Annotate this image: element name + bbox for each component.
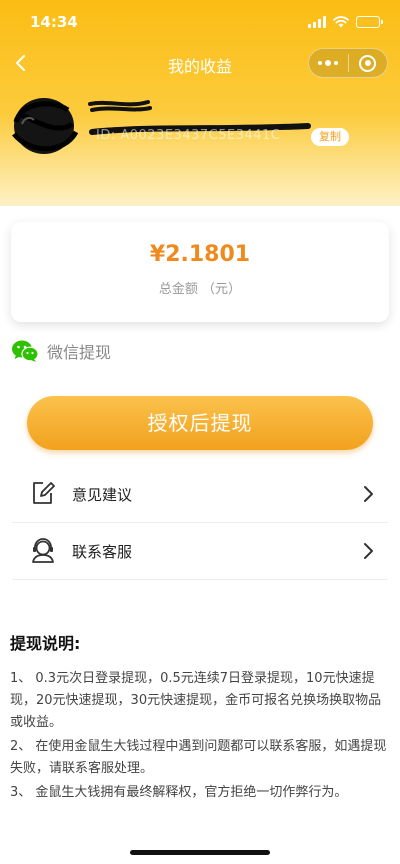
menu-list: 意见建议 联系客服 (0, 466, 400, 580)
battery-icon (356, 16, 383, 28)
mini-program-capsule (308, 48, 388, 78)
withdraw-notes: 提现说明: 1、 0.3元次日登录提现，0.5元连续7日登录提现，10元快速提现… (10, 630, 390, 806)
balance-card: ¥2.1801 总金额 （元） (11, 222, 389, 322)
target-icon (359, 54, 377, 72)
customer-service-icon (32, 538, 54, 563)
wechat-icon (12, 340, 39, 362)
wechat-label: 微信提现 (47, 343, 112, 362)
balance-label: 总金额 （元） (158, 282, 242, 297)
nav-bar: 我的收益 (0, 44, 400, 82)
avatar (12, 98, 79, 154)
notes-item: 2、 在使用金鼠生大钱过程中遇到问题都可以联系客服，如遇提现失败，请联系客服处理… (10, 739, 387, 776)
notes-item: 3、 金鼠生大钱拥有最终解释权，官方拒绝一切作弊行为。 (10, 785, 348, 800)
chevron-right-icon (364, 543, 373, 559)
menu-item-label: 意见建议 (72, 486, 133, 504)
authorize-withdraw-button[interactable]: 授权后提现 (27, 396, 373, 450)
menu-item-customer-service[interactable]: 联系客服 (12, 523, 388, 580)
menu-item-feedback[interactable]: 意见建议 (12, 466, 388, 523)
status-time: 14:34 (30, 13, 78, 31)
status-icons (308, 15, 383, 29)
balance-amount: ¥2.1801 (149, 242, 251, 267)
menu-item-label: 联系客服 (72, 543, 133, 561)
notes-title: 提现说明: (10, 634, 81, 653)
notes-item: 1、 0.3元次日登录提现，0.5元连续7日登录提现，10元快速提现，20元快速… (10, 671, 382, 730)
user-id: ID: A0023E3437C5E3441C (96, 128, 281, 143)
edit-icon (33, 482, 55, 504)
copy-button[interactable]: 复制 (311, 128, 349, 146)
status-bar: 14:34 (0, 0, 400, 44)
chevron-right-icon (364, 486, 373, 502)
home-indicator[interactable] (130, 850, 270, 855)
more-menu-button[interactable] (309, 49, 348, 77)
wifi-icon (333, 16, 349, 28)
close-mini-program-button[interactable] (348, 49, 387, 77)
signal-icon (308, 16, 326, 28)
wechat-withdraw-option[interactable]: 微信提现 (11, 337, 111, 365)
